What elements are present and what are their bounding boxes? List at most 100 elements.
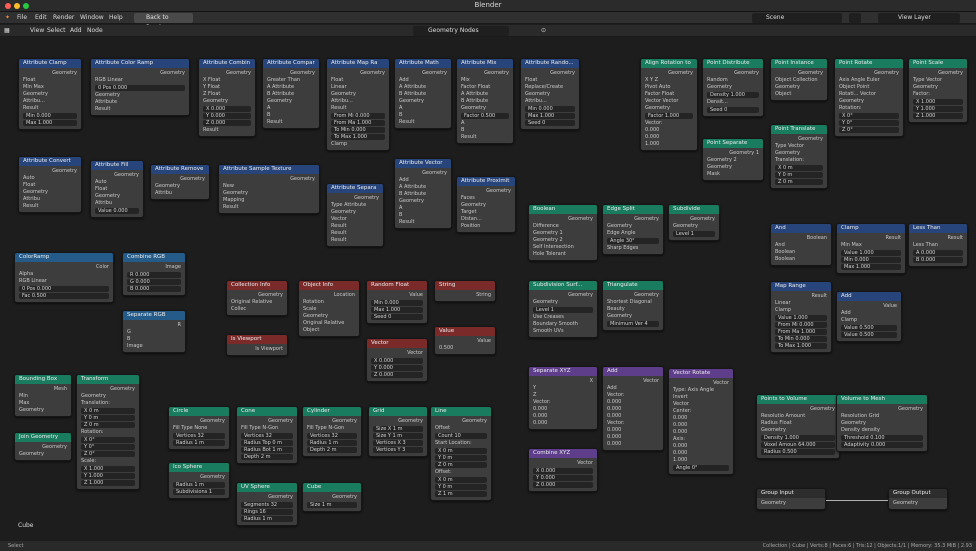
node-attribute-fill[interactable]: Attribute Fill Geometry Auto Float Geometry A… bbox=[90, 160, 144, 218]
node-point-separate[interactable]: Point Separate Geometry 1 Geometry 2 Geomet… bbox=[702, 138, 764, 181]
node-field[interactable]: Value 0.000 bbox=[95, 208, 139, 214]
node-field[interactable]: Radius 1 m bbox=[307, 440, 357, 446]
node-point-rotate[interactable]: Point Rotate Geometry Axis Angle Euler Obje… bbox=[834, 58, 904, 137]
node-attribute-convert[interactable]: Attribute Convert Geometry Auto Float Geomet… bbox=[18, 156, 82, 213]
node-attribute-remove[interactable]: Attribute Remove Geometry Geometry Attribu bbox=[150, 164, 210, 200]
node-field[interactable]: Z 0.000 bbox=[203, 120, 251, 126]
node-field[interactable]: Seed 0 bbox=[525, 120, 575, 126]
node-field[interactable]: X 0.000 bbox=[533, 468, 593, 474]
node-header[interactable]: Transform bbox=[77, 375, 139, 384]
node-header[interactable]: Attribute Vector bbox=[395, 159, 451, 168]
node-edge-split[interactable]: Edge Split Geometry Geometry Edge Angle Angl… bbox=[602, 204, 664, 255]
node-field[interactable]: Y 1.000 bbox=[81, 473, 135, 479]
node-header[interactable]: Attribute Rando... bbox=[521, 59, 579, 68]
node-attribute-compar[interactable]: Attribute Compar Geometry Greater Than A At… bbox=[262, 58, 320, 129]
node-field[interactable]: Density 1.000 bbox=[707, 92, 759, 98]
node-field[interactable]: Seed 0 bbox=[707, 107, 759, 113]
node-field[interactable]: Y 0.000 bbox=[203, 113, 251, 119]
node-header[interactable]: Attribute Sample Texture bbox=[219, 165, 319, 174]
node-value[interactable]: Value Value 0.500 bbox=[434, 326, 496, 355]
node-field[interactable]: 0 Pos 0.000 bbox=[19, 286, 109, 292]
menu-edit[interactable]: Edit bbox=[35, 14, 47, 21]
node-header[interactable]: Less Than bbox=[909, 224, 967, 233]
node-group-input[interactable]: Group Input Geometry bbox=[756, 488, 826, 510]
node-header[interactable]: Add bbox=[603, 367, 663, 376]
node-field[interactable]: Vertices 32 bbox=[307, 433, 357, 439]
node-circle[interactable]: Circle Geometry Fill Type None Vertices 32 R… bbox=[168, 406, 230, 450]
node-header[interactable]: Cube bbox=[303, 483, 361, 492]
node-header[interactable]: Attribute Convert bbox=[19, 157, 81, 166]
node-attribute-color-ramp[interactable]: Attribute Color Ramp Geometry RGB Linear 0 … bbox=[90, 58, 190, 116]
node-field[interactable]: Size 1 m bbox=[307, 502, 357, 508]
node-field[interactable]: Segments 32 bbox=[241, 502, 293, 508]
node-header[interactable]: Circle bbox=[169, 407, 229, 416]
node-header[interactable]: Attribute Clamp bbox=[19, 59, 81, 68]
node-header[interactable]: Point Instance bbox=[771, 59, 827, 68]
node-attribute-combin[interactable]: Attribute Combin Geometry X Float Y Float Z … bbox=[198, 58, 256, 137]
node-field[interactable]: Min 0.000 bbox=[371, 300, 423, 306]
node-header[interactable]: Attribute Compar bbox=[263, 59, 319, 68]
node-cone[interactable]: Cone Geometry Fill Type N-Gon Vertices 32 Ra… bbox=[236, 406, 298, 464]
node-field[interactable]: Vertices X 3 bbox=[373, 440, 423, 446]
node-field[interactable]: Adaptivity 0.000 bbox=[841, 442, 923, 448]
node-field[interactable]: Rings 16 bbox=[241, 509, 293, 515]
node-less-than[interactable]: Less Than Result Less Than A 0.000 B 0.000 bbox=[908, 223, 968, 267]
node-field[interactable]: Minimum Ver 4 bbox=[607, 321, 659, 327]
node-header[interactable]: Is Viewport bbox=[227, 335, 287, 344]
node-cube[interactable]: Cube Geometry Size 1 m bbox=[302, 482, 362, 512]
node-add[interactable]: Add Value Add Clamp Value 0.500 Value 0.500 bbox=[836, 291, 902, 342]
node-header[interactable]: And bbox=[771, 224, 831, 233]
node-header[interactable]: Attribute Mix bbox=[457, 59, 513, 68]
node-header[interactable]: Triangulate bbox=[603, 281, 663, 290]
node-field[interactable]: To Max 1.000 bbox=[775, 343, 827, 349]
node-field[interactable]: Max 1.000 bbox=[371, 307, 423, 313]
node-transform[interactable]: Transform Geometry Geometry Translation: X 0… bbox=[76, 374, 140, 490]
node-header[interactable]: UV Sphere bbox=[237, 483, 297, 492]
node-field[interactable]: R 0.000 bbox=[127, 272, 181, 278]
node-field[interactable]: X 0° bbox=[839, 113, 899, 119]
node-header[interactable]: Point Separate bbox=[703, 139, 763, 148]
view-layer-selector[interactable]: View Layer bbox=[878, 13, 960, 23]
node-field[interactable]: Value 0.500 bbox=[841, 325, 897, 331]
node-point-instance[interactable]: Point Instance Geometry Object Collection G… bbox=[770, 58, 828, 101]
node-field[interactable]: Voxel Amoun 64.000 bbox=[761, 442, 835, 448]
node-field[interactable]: Max 1.000 bbox=[841, 264, 901, 270]
node-header[interactable]: Add bbox=[837, 292, 901, 301]
node-subdivision-surf[interactable]: Subdivision Surf... Geometry Geometry Level… bbox=[528, 280, 598, 338]
node-header[interactable]: Attribute Combin bbox=[199, 59, 255, 68]
node-header[interactable]: Map Range bbox=[771, 282, 831, 291]
node-field[interactable]: Level 1 bbox=[673, 231, 715, 237]
pin-icon[interactable]: ⊙ bbox=[541, 27, 546, 34]
node-field[interactable]: Z 0 m bbox=[775, 179, 823, 185]
node-field[interactable]: Radius 1 m bbox=[173, 482, 225, 488]
node-field[interactable]: Size X 1 m bbox=[373, 426, 423, 432]
node-combine-xyz[interactable]: Combine XYZ Vector X 0.000 Y 0.000 Z 0.000 bbox=[528, 448, 598, 492]
node-field[interactable]: Y 0° bbox=[81, 444, 135, 450]
node-header[interactable]: Cylinder bbox=[303, 407, 361, 416]
node-header[interactable]: Attribute Map Ra bbox=[327, 59, 389, 68]
scene-selector[interactable]: Scene bbox=[752, 13, 842, 23]
node-field[interactable]: Value 0.500 bbox=[841, 332, 897, 338]
node-field[interactable]: Size Y 1 m bbox=[373, 433, 423, 439]
node-field[interactable]: Depth 2 m bbox=[307, 447, 357, 453]
node-group-output[interactable]: Group Output Geometry bbox=[888, 488, 948, 510]
node-field[interactable]: From Mi 0.000 bbox=[331, 113, 385, 119]
node-field[interactable]: Y 0.000 bbox=[371, 365, 423, 371]
node-attribute-map-ra[interactable]: Attribute Map Ra Geometry Float Linear Geome… bbox=[326, 58, 390, 151]
node-field[interactable]: Z 1 m bbox=[435, 491, 487, 497]
node-field[interactable]: Z 0.000 bbox=[371, 372, 423, 378]
node-field[interactable]: Vertices Y 3 bbox=[373, 447, 423, 453]
node-field[interactable]: X 0.000 bbox=[371, 358, 423, 364]
node-volume-to-mesh[interactable]: Volume to Mesh Geometry Resolution Grid Geo… bbox=[836, 394, 928, 452]
node-field[interactable]: Value 1.000 bbox=[775, 315, 827, 321]
node-field[interactable]: Radius 1 m bbox=[241, 516, 293, 522]
menu-render[interactable]: Render bbox=[53, 14, 74, 21]
node-field[interactable]: Angle 30° bbox=[607, 238, 659, 244]
node-header[interactable]: Group Output bbox=[889, 489, 947, 498]
node-field[interactable]: Radius Top 0 m bbox=[241, 440, 293, 446]
node-field[interactable]: X 1.000 bbox=[913, 99, 963, 105]
node-header[interactable]: Point Scale bbox=[909, 59, 967, 68]
node-header[interactable]: Subdivide bbox=[669, 205, 719, 214]
node-attribute-clamp[interactable]: Attribute Clamp Geometry Float Min Max Geome… bbox=[18, 58, 82, 130]
node-attribute-sample-texture[interactable]: Attribute Sample Texture Geometry New Geome… bbox=[218, 164, 320, 214]
